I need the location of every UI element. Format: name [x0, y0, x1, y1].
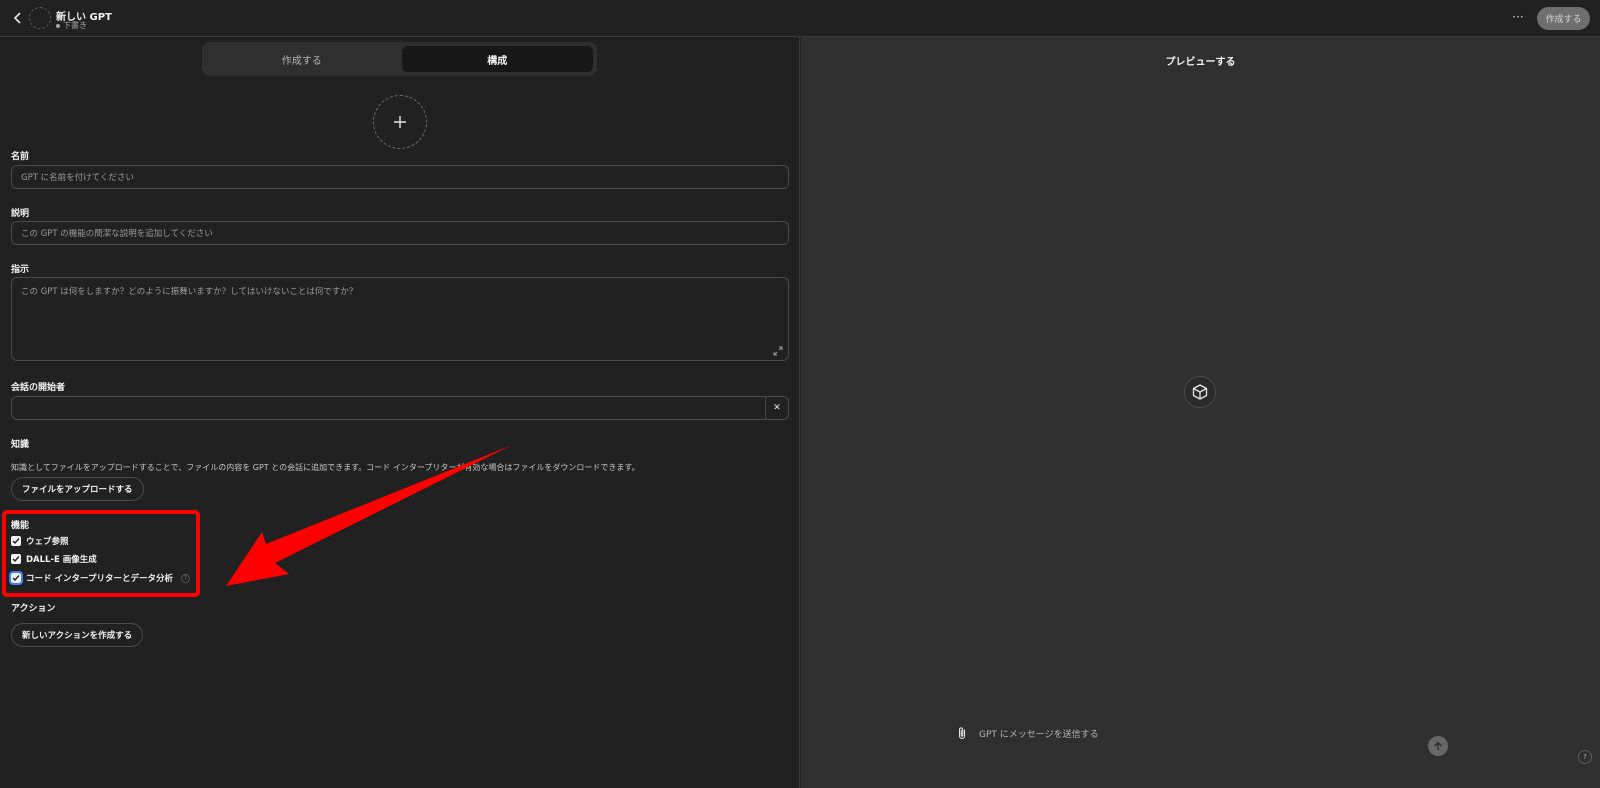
name-input[interactable]: GPT に名前を付けてください: [11, 165, 789, 189]
upload-files-button[interactable]: ファイルをアップロードする: [11, 477, 144, 501]
gpt-logo: [1184, 376, 1216, 408]
code-interpreter-help-icon[interactable]: ?: [180, 573, 190, 583]
message-input[interactable]: GPT にメッセージを送信する: [979, 727, 1453, 740]
back-icon: [13, 12, 21, 24]
send-button[interactable]: [1428, 736, 1448, 756]
conversation-starter-input[interactable]: ✕: [11, 396, 789, 420]
draft-status: 下書き: [56, 20, 87, 31]
description-input[interactable]: この GPT の機能の簡潔な説明を追加してください: [11, 221, 789, 245]
actions-label: アクション: [11, 604, 56, 614]
paperclip-icon[interactable]: [955, 726, 969, 740]
help-button[interactable]: ?: [1578, 750, 1592, 764]
name-placeholder: GPT に名前を付けてください: [21, 173, 134, 183]
arrow-up-icon: [1433, 741, 1443, 750]
message-composer: GPT にメッセージを送信する: [949, 719, 1453, 747]
instructions-placeholder: この GPT は何をしますか？どのように振舞いますか？してはいけないことは何です…: [21, 287, 358, 297]
create-new-action-button[interactable]: 新しいアクションを作成する: [11, 623, 144, 647]
plus-icon: [394, 116, 406, 128]
check-icon: [12, 575, 20, 582]
more-options-button[interactable]: ···: [1508, 8, 1528, 28]
description-placeholder: この GPT の機能の簡潔な説明を追加してください: [21, 229, 213, 239]
tab-configure[interactable]: 構成: [401, 46, 593, 72]
starters-label: 会話の開始者: [11, 383, 66, 393]
description-label: 説明: [11, 209, 30, 219]
web-browsing-label: ウェブ参照: [26, 537, 69, 547]
instructions-textarea[interactable]: この GPT は何をしますか？どのように振舞いますか？してはいけないことは何です…: [11, 277, 789, 361]
dalle-checkbox[interactable]: [11, 554, 21, 564]
web-browsing-checkbox[interactable]: [11, 536, 21, 546]
clear-starter-button[interactable]: ✕: [765, 397, 788, 419]
capability-dalle: DALL-E 画像生成: [11, 553, 97, 565]
gpt-avatar: [29, 7, 51, 29]
expand-icon[interactable]: [773, 346, 783, 356]
instructions-label: 指示: [11, 265, 30, 275]
check-icon: [12, 538, 20, 545]
preview-panel: プレビューする GPT にメッセージを送信する: [801, 37, 1600, 788]
preview-title: プレビューする: [1165, 57, 1236, 68]
knowledge-description: 知識としてファイルをアップロードすることで、ファイルの内容を GPT との会話に…: [11, 463, 640, 472]
add-avatar-button[interactable]: [373, 95, 427, 149]
name-label: 名前: [11, 152, 30, 162]
code-interpreter-checkbox[interactable]: [9, 571, 23, 585]
check-icon: [12, 556, 20, 563]
capability-web-browsing: ウェブ参照: [11, 535, 69, 547]
tab-create[interactable]: 作成する: [206, 46, 398, 72]
capability-code-interpreter: コード インタープリターとデータ分析 ?: [9, 571, 190, 585]
code-interpreter-label: コード インタープリターとデータ分析: [26, 574, 173, 584]
cube-icon: [1192, 384, 1208, 400]
back-button[interactable]: [8, 8, 28, 28]
create-gpt-button[interactable]: 作成する: [1537, 7, 1590, 30]
mode-tabs: 作成する 構成: [202, 42, 597, 76]
dalle-label: DALL-E 画像生成: [26, 555, 97, 565]
knowledge-label: 知識: [11, 440, 30, 450]
top-bar: 新しい GPT 下書き ··· 作成する: [0, 0, 1600, 37]
status-label: 下書き: [63, 21, 87, 30]
capabilities-label: 機能: [11, 521, 30, 531]
editor-panel: 作成する 構成 名前 GPT に名前を付けてください 説明 この GPT の機能…: [0, 37, 800, 788]
status-dot-icon: [56, 23, 60, 28]
